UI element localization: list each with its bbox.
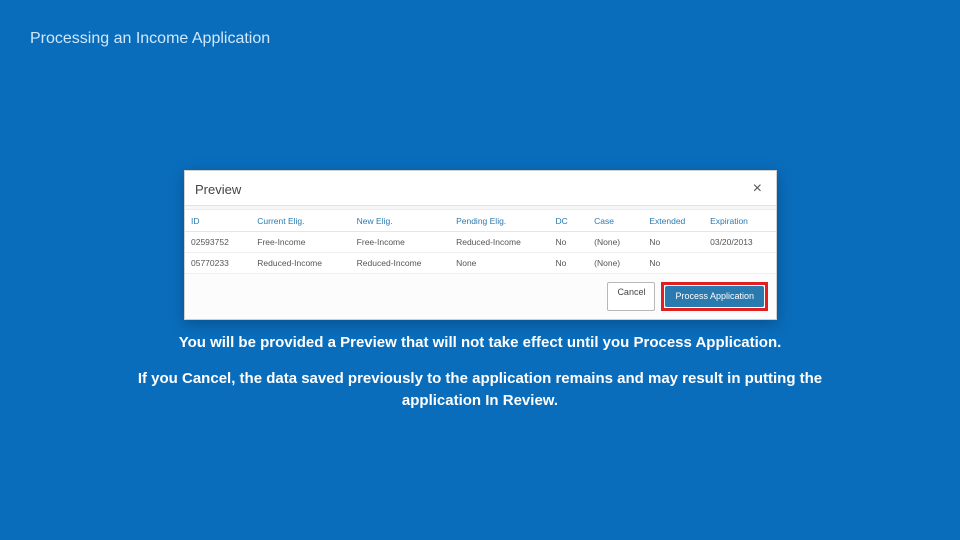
preview-dialog: Preview × ID Current Elig. New Elig. Pen… [184, 170, 777, 320]
process-application-button[interactable]: Process Application [665, 286, 764, 307]
cell-new: Free-Income [351, 232, 450, 253]
dialog-title: Preview [195, 182, 241, 197]
col-dc: DC [549, 210, 588, 232]
slide-title: Processing an Income Application [30, 30, 270, 48]
cell-current: Reduced-Income [251, 253, 350, 274]
col-pending: Pending Elig. [450, 210, 549, 232]
cell-dc: No [549, 253, 588, 274]
table-row: 02593752 Free-Income Free-Income Reduced… [185, 232, 776, 253]
cell-id: 05770233 [185, 253, 251, 274]
col-id: ID [185, 210, 251, 232]
cell-pending: None [450, 253, 549, 274]
cell-case: (None) [588, 232, 643, 253]
cell-case: (None) [588, 253, 643, 274]
cell-expiration [704, 253, 776, 274]
col-extended: Extended [643, 210, 704, 232]
cell-current: Free-Income [251, 232, 350, 253]
dialog-footer: Cancel Process Application [185, 274, 776, 319]
col-current: Current Elig. [251, 210, 350, 232]
cancel-button[interactable]: Cancel [607, 282, 655, 311]
col-expiration: Expiration [704, 210, 776, 232]
preview-table: ID Current Elig. New Elig. Pending Elig.… [185, 210, 776, 274]
cell-dc: No [549, 232, 588, 253]
cell-pending: Reduced-Income [450, 232, 549, 253]
caption-line-2: If you Cancel, the data saved previously… [0, 368, 960, 412]
cell-extended: No [643, 253, 704, 274]
cell-extended: No [643, 232, 704, 253]
highlight-box: Process Application [661, 282, 768, 311]
col-new: New Elig. [351, 210, 450, 232]
caption-line-1: You will be provided a Preview that will… [0, 332, 960, 354]
cell-id: 02593752 [185, 232, 251, 253]
close-icon[interactable]: × [749, 179, 766, 199]
dialog-header: Preview × [185, 171, 776, 206]
table-row: 05770233 Reduced-Income Reduced-Income N… [185, 253, 776, 274]
col-case: Case [588, 210, 643, 232]
cell-new: Reduced-Income [351, 253, 450, 274]
table-header-row: ID Current Elig. New Elig. Pending Elig.… [185, 210, 776, 232]
cell-expiration: 03/20/2013 [704, 232, 776, 253]
